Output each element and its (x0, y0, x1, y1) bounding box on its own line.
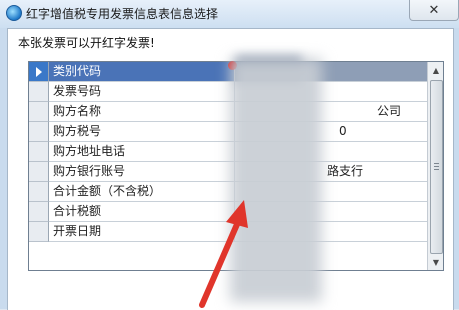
row-header-1[interactable] (29, 82, 49, 102)
status-message: 本张发票可以开红字发票! (18, 36, 155, 50)
title-bar[interactable]: 红字增值税专用发票信息表信息选择 ✕ (0, 0, 459, 28)
row-label: 购方税号 (49, 122, 235, 141)
row-header-0[interactable] (29, 62, 49, 82)
close-icon: ✕ (428, 2, 440, 18)
row-header-column (29, 62, 49, 242)
row-label: 发票号码 (49, 82, 235, 101)
row-label: 合计税额 (49, 202, 235, 221)
row-header-2[interactable] (29, 102, 49, 122)
scroll-down-icon: ▼ (432, 257, 440, 267)
row-header-3[interactable] (29, 122, 49, 142)
scroll-up-button[interactable]: ▲ (428, 62, 443, 78)
row-header-8[interactable] (29, 222, 49, 242)
row-header-4[interactable] (29, 142, 49, 162)
privacy-blur (230, 58, 322, 302)
scroll-up-icon: ▲ (432, 65, 440, 75)
window-title: 红字增值税专用发票信息表信息选择 (26, 7, 219, 21)
scroll-down-button[interactable]: ▼ (428, 254, 443, 270)
thumb-grip (434, 166, 439, 167)
row-label: 合计金额（不含税） (49, 182, 235, 201)
thumb-grip (434, 163, 439, 164)
scroll-thumb[interactable] (430, 80, 443, 254)
dialog-window: 红字增值税专用发票信息表信息选择 ✕ 本张发票可以开红字发票! 类别代码 发票号… (0, 0, 459, 310)
app-icon (6, 5, 22, 21)
row-value-tail: 0 (339, 124, 347, 138)
vertical-scrollbar[interactable]: ▲ ▼ (427, 62, 443, 270)
row-value-tail: 公司 (377, 104, 402, 118)
row-pointer-icon (35, 66, 42, 77)
row-header-7[interactable] (29, 202, 49, 222)
row-value-tail: 路支行 (327, 164, 364, 178)
row-label: 购方地址电话 (49, 142, 235, 161)
row-header-6[interactable] (29, 182, 49, 202)
row-label: 购方名称 (49, 102, 235, 121)
row-header-5[interactable] (29, 162, 49, 182)
row-label: 类别代码 (49, 62, 235, 81)
row-label: 开票日期 (49, 222, 235, 241)
close-button[interactable]: ✕ (409, 0, 459, 21)
thumb-grip (434, 169, 439, 170)
row-label: 购方银行账号 (49, 162, 235, 181)
